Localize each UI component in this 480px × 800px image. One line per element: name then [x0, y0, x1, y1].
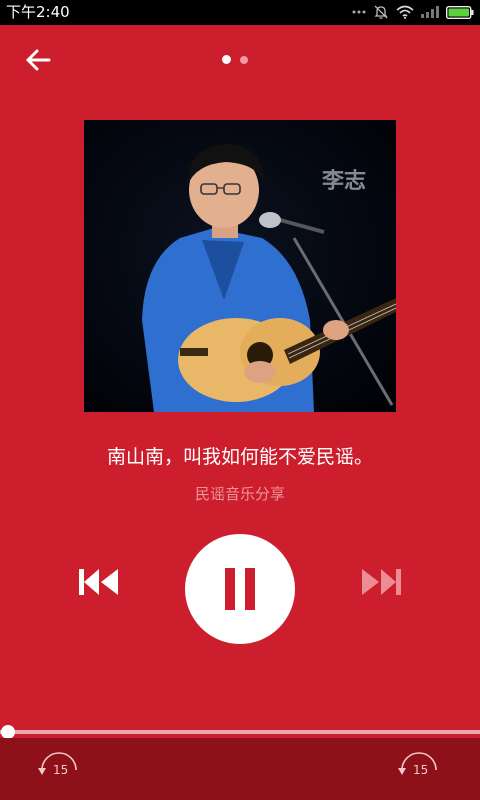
previous-track-button[interactable]	[76, 565, 122, 599]
page-dot-active[interactable]	[222, 55, 231, 64]
album-art: 李志	[84, 120, 396, 412]
skip-back-15-button[interactable]: 15	[36, 750, 82, 784]
pause-bar-left	[225, 568, 235, 610]
back-button[interactable]	[22, 44, 54, 76]
song-title: 南山南，叫我如何能不爱民谣。	[106, 446, 373, 468]
pause-bar-right	[245, 568, 255, 610]
album-banner-text: 李志	[321, 169, 366, 194]
status-icons	[352, 4, 474, 20]
signal-icon	[421, 6, 439, 18]
status-bar: 下午2:40	[0, 0, 480, 25]
seek-bar[interactable]	[0, 730, 480, 734]
song-subtitle: 民谣音乐分享	[194, 485, 285, 503]
page-indicator	[222, 55, 252, 65]
battery-icon	[446, 5, 474, 19]
bell-off-icon	[373, 4, 389, 20]
skip-next-icon	[358, 569, 404, 603]
seek-thumb[interactable]	[1, 725, 15, 739]
back-arrow-icon	[22, 49, 54, 80]
more-dots-icon	[352, 9, 366, 15]
next-track-button[interactable]	[358, 565, 404, 599]
skip-previous-icon	[76, 569, 122, 603]
status-time: 下午2:40	[6, 3, 70, 21]
page-dot-inactive[interactable]	[240, 56, 248, 64]
skip-forward-15-button[interactable]: 15	[396, 750, 442, 784]
wifi-icon	[396, 5, 414, 19]
skip-back-label: 15	[53, 763, 69, 777]
play-pause-button[interactable]	[185, 534, 295, 644]
skip-forward-label: 15	[413, 763, 429, 777]
